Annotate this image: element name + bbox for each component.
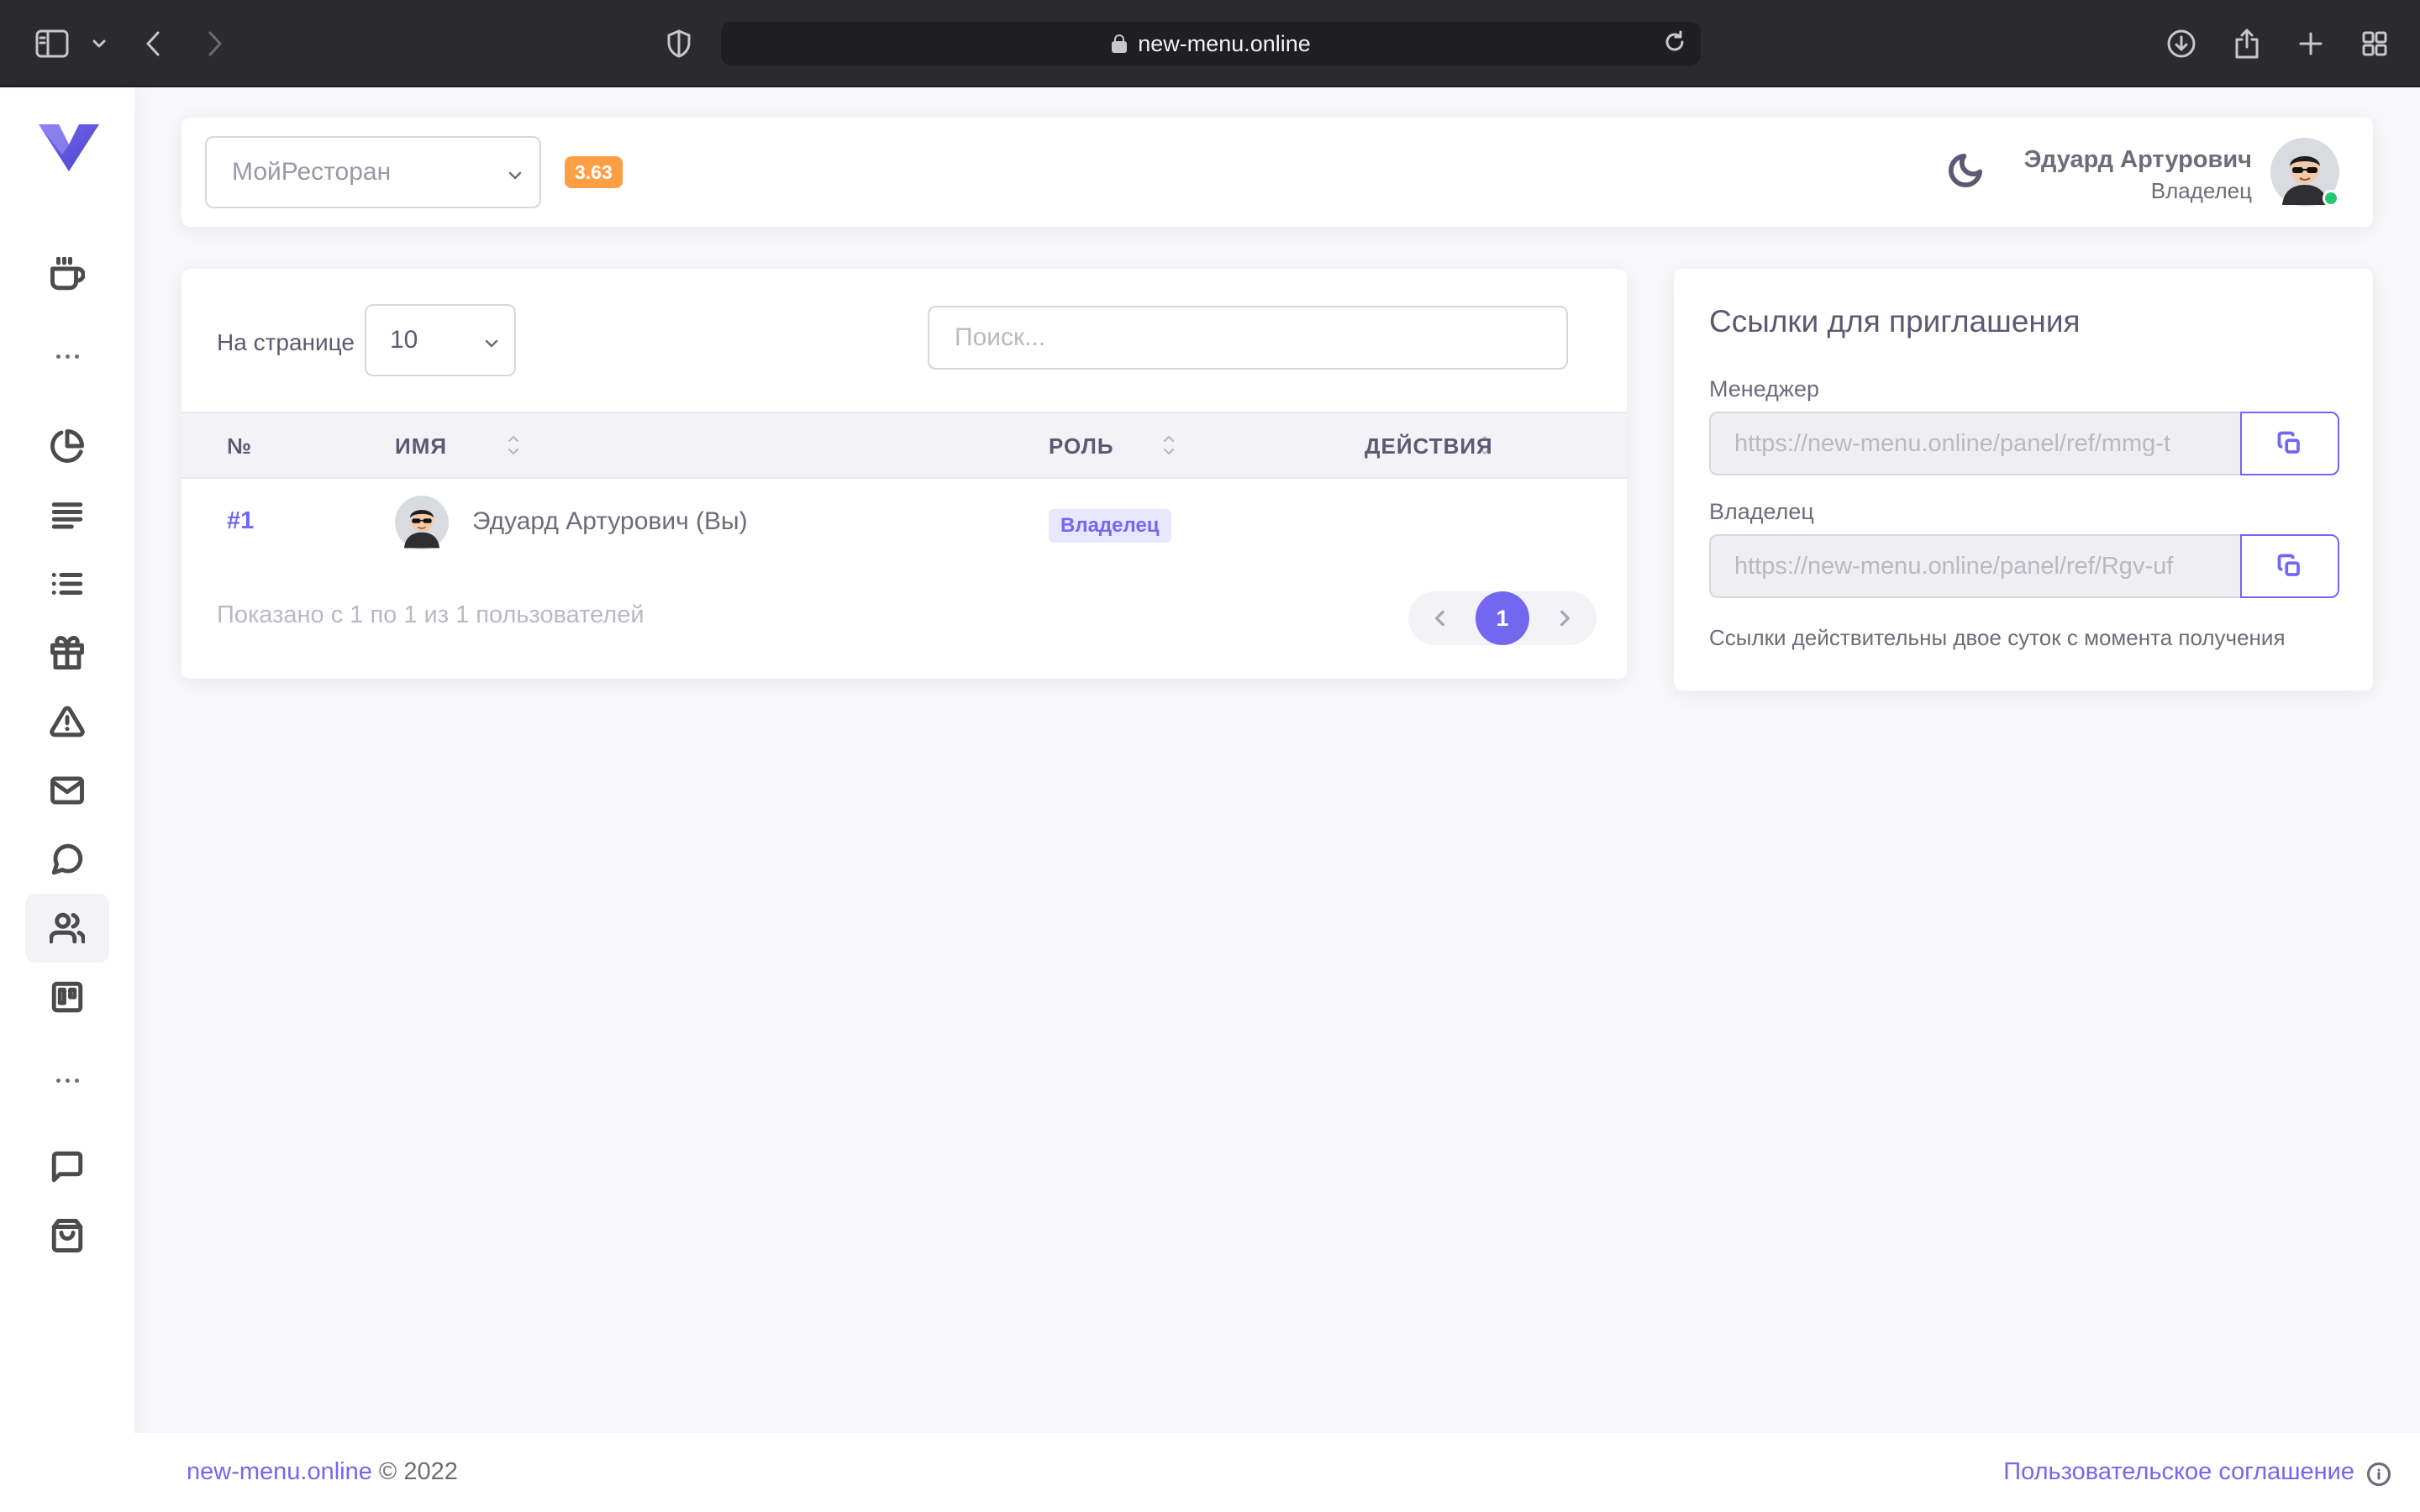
browser-toolbar: new-menu.online: [0, 0, 2420, 87]
sidebar-item-coffee[interactable]: [25, 240, 109, 309]
restaurant-select-value: МойРесторан: [232, 158, 392, 186]
url-text: new-menu.online: [1138, 30, 1311, 56]
lock-icon: [1111, 34, 1128, 54]
chevron-down-icon: [506, 163, 524, 192]
table-header: № ИМЯ РОЛЬ ДЕЙСТВИЯ: [182, 412, 1627, 479]
alert-triangle-icon: [50, 706, 85, 738]
dark-mode-toggle[interactable]: [1946, 151, 1988, 193]
user-role: Владелец: [2150, 178, 2252, 203]
sidebar-item-list[interactable]: [25, 549, 109, 618]
owner-link-label: Владелец: [1709, 499, 1814, 524]
table-row: #1 Эдуард Артурович (Вы) Владелец: [182, 479, 1627, 571]
user-name[interactable]: Эдуард Артурович: [2024, 146, 2252, 174]
copy-manager-link-button[interactable]: [2240, 412, 2339, 475]
copy-icon: [2277, 554, 2300, 576]
role-badge: Владелец: [1049, 509, 1171, 543]
per-page-label: На странице: [217, 329, 355, 355]
avatar: [395, 496, 449, 549]
brand-link[interactable]: new-menu.online: [187, 1458, 372, 1485]
brand-logo[interactable]: [37, 123, 101, 173]
tab-overview-icon[interactable]: [2356, 25, 2393, 62]
sidebar-item-shop[interactable]: [25, 1201, 109, 1270]
chevron-right-icon: [1560, 610, 1570, 627]
sidebar-item-mail[interactable]: [25, 756, 109, 825]
invite-note: Ссылки действительны двое суток с момент…: [1709, 625, 2286, 650]
column-header-actions: ДЕЙСТВИЯ: [1365, 433, 1493, 459]
message-circle-icon: [51, 843, 83, 875]
list-icon: [51, 573, 83, 595]
sidebar-item-chat[interactable]: [25, 825, 109, 894]
copyright: new-menu.online © 2022: [187, 1458, 458, 1486]
coffee-icon: [50, 257, 85, 291]
user-id-link[interactable]: #1: [227, 507, 254, 535]
new-tab-icon[interactable]: [2292, 25, 2329, 62]
sidebar-item-gifts[interactable]: [25, 618, 109, 687]
pie-chart-icon: [50, 429, 84, 463]
user-agreement-link[interactable]: Пользовательское соглашение: [2003, 1458, 2354, 1486]
more-horizontal-icon: [25, 1063, 109, 1097]
share-icon[interactable]: [2228, 25, 2265, 62]
chevron-down-icon[interactable]: [81, 25, 118, 62]
search-input[interactable]: [928, 306, 1568, 370]
users-icon: [50, 912, 85, 944]
back-icon[interactable]: [134, 25, 171, 62]
align-left-icon: [51, 502, 83, 529]
top-navbar: МойРесторан 3.63 Эдуард Артурович Владел…: [182, 118, 2373, 227]
users-card: На странице 10 № ИМЯ РОЛЬ ДЕЙСТВИЯ #1: [182, 269, 1627, 679]
restaurant-select[interactable]: МойРесторан: [205, 136, 541, 208]
copy-owner-link-button[interactable]: [2240, 534, 2339, 598]
pagination-next-button[interactable]: [1538, 591, 1591, 645]
sidebar-item-users[interactable]: [25, 894, 109, 963]
pagination-page-button[interactable]: 1: [1476, 591, 1529, 645]
forward-icon[interactable]: [197, 25, 234, 62]
message-square-icon: [51, 1151, 83, 1183]
column-header-name[interactable]: ИМЯ: [395, 433, 447, 459]
copyright-text: © 2022: [371, 1458, 458, 1485]
chevron-down-icon: [482, 331, 501, 360]
sidebar-item-alerts[interactable]: [25, 687, 109, 756]
downloads-icon[interactable]: [2163, 25, 2200, 62]
sort-icon[interactable]: [506, 430, 521, 460]
card-title: Ссылки для приглашения: [1709, 304, 2081, 339]
sidebar-item-content[interactable]: [25, 480, 109, 549]
pagination-info: Показано с 1 по 1 из 1 пользователей: [217, 601, 644, 628]
copy-icon: [2277, 431, 2300, 454]
reload-icon[interactable]: [1662, 29, 1687, 60]
shopping-bag-icon: [51, 1219, 83, 1252]
mail-icon: [50, 776, 84, 805]
sidebar-toggle-icon[interactable]: [34, 25, 71, 62]
sidebar-item-feedback[interactable]: [25, 1132, 109, 1201]
per-page-value: 10: [390, 326, 418, 354]
moon-icon: [1949, 153, 1983, 187]
invite-links-card: Ссылки для приглашения Менеджер Владелец…: [1674, 269, 2373, 690]
sort-icon[interactable]: [1161, 430, 1176, 460]
version-badge: 3.63: [565, 156, 623, 188]
manager-link-field[interactable]: [1709, 412, 2242, 475]
page-footer: new-menu.online © 2022 Пользовательское …: [134, 1433, 2420, 1512]
sidebar-item-board[interactable]: [25, 963, 109, 1032]
user-name-cell: Эдуард Артурович (Вы): [472, 507, 748, 535]
sidebar: [0, 87, 134, 1512]
owner-link-field[interactable]: [1709, 534, 2242, 598]
manager-link-label: Менеджер: [1709, 376, 1819, 402]
pagination-prev-button[interactable]: [1413, 591, 1467, 645]
privacy-shield-icon[interactable]: [660, 25, 697, 62]
column-header-role[interactable]: РОЛЬ: [1049, 433, 1114, 459]
column-header-number[interactable]: №: [227, 433, 252, 459]
address-bar[interactable]: new-menu.online: [721, 22, 1701, 66]
online-status-dot: [2323, 190, 2339, 207]
sidebar-item-analytics[interactable]: [25, 412, 109, 480]
info-icon: [2366, 1462, 2391, 1487]
chevron-left-icon: [1435, 610, 1444, 627]
per-page-select[interactable]: 10: [365, 304, 516, 376]
gift-icon: [50, 636, 84, 669]
trello-icon: [51, 981, 83, 1013]
more-horizontal-icon: [25, 339, 109, 373]
